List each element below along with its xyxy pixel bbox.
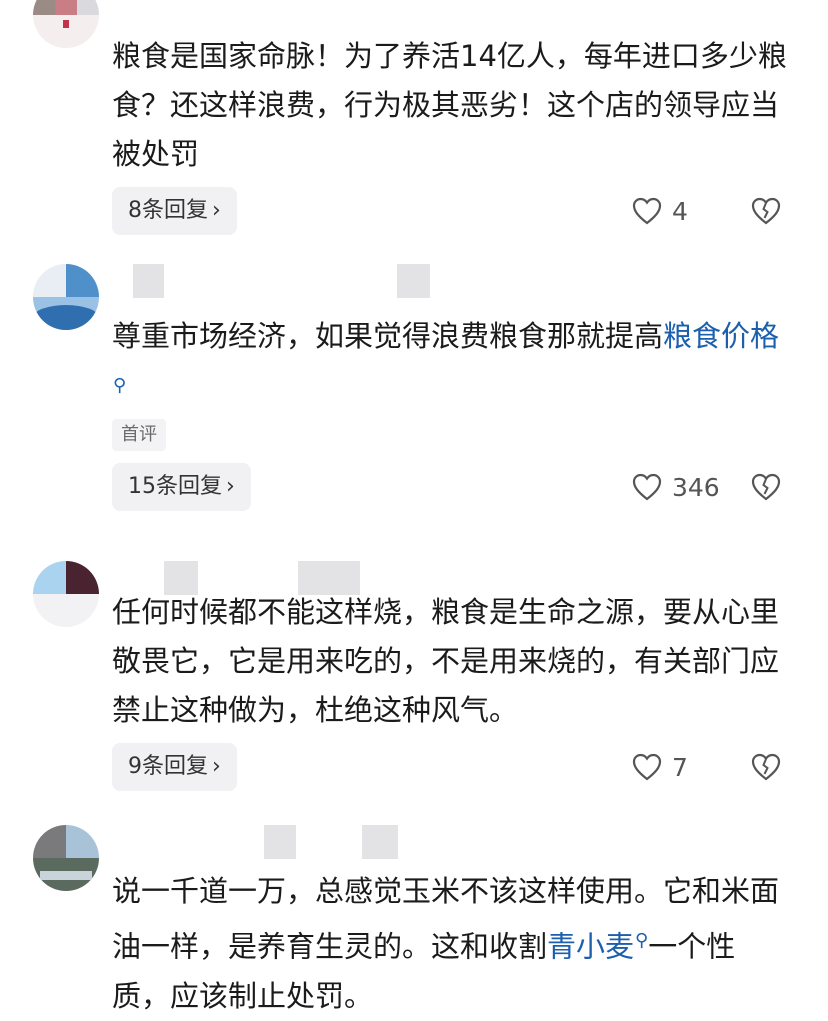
comment-text: 粮食是国家命脉！为了养活14亿人，每年进口多少粮食？还这样浪费，行为极其恶劣！这… [112, 39, 787, 171]
heart-outline-icon [632, 753, 662, 781]
dislike-button[interactable] [751, 463, 781, 511]
comment-text: 任何时候都不能这样烧，粮食是生命之源，要从心里敬畏它，它是用来吃的，不是用来烧的… [112, 595, 780, 727]
search-icon[interactable]: ⚲ [113, 375, 126, 396]
comment-text: 尊重市场经济，如果觉得浪费粮食那就提高粮食价格⚲ [112, 319, 780, 396]
comment-text: 说一千道一万，总感觉玉米不该这样使用。它和米面油一样，是养育生灵的。这和收割青小… [112, 874, 780, 1013]
like-count: 346 [672, 472, 720, 502]
heart-outline-icon [632, 473, 662, 501]
chevron-right-icon: › [212, 754, 221, 779]
like-count: 7 [672, 752, 688, 782]
broken-heart-icon [751, 473, 781, 501]
avatar[interactable] [33, 561, 99, 627]
dislike-button[interactable] [751, 187, 781, 235]
replies-label: 9条回复 [128, 754, 208, 779]
view-replies-button[interactable]: 15条回复 › [112, 463, 251, 511]
dislike-button[interactable] [751, 743, 781, 791]
chevron-right-icon: › [212, 198, 221, 223]
search-link[interactable]: 粮食价格 [663, 319, 779, 353]
avatar[interactable] [33, 264, 99, 330]
view-replies-button[interactable]: 9条回复 › [112, 743, 237, 791]
heart-outline-icon [632, 197, 662, 225]
replies-label: 15条回复 [128, 474, 222, 499]
like-button[interactable]: 4 [632, 187, 688, 235]
like-count: 4 [672, 196, 688, 226]
broken-heart-icon [751, 753, 781, 781]
broken-heart-icon [751, 197, 781, 225]
chevron-right-icon: › [226, 474, 235, 499]
search-link[interactable]: 青小麦 [547, 930, 634, 964]
view-replies-button[interactable]: 8条回复 › [112, 187, 237, 235]
like-button[interactable]: 7 [632, 743, 688, 791]
avatar[interactable] [33, 0, 99, 48]
first-comment-badge: 首评 [112, 419, 166, 451]
search-icon[interactable]: ⚲ [635, 930, 648, 951]
like-button[interactable]: 346 [632, 463, 720, 511]
replies-label: 8条回复 [128, 198, 208, 223]
avatar[interactable] [33, 825, 99, 891]
